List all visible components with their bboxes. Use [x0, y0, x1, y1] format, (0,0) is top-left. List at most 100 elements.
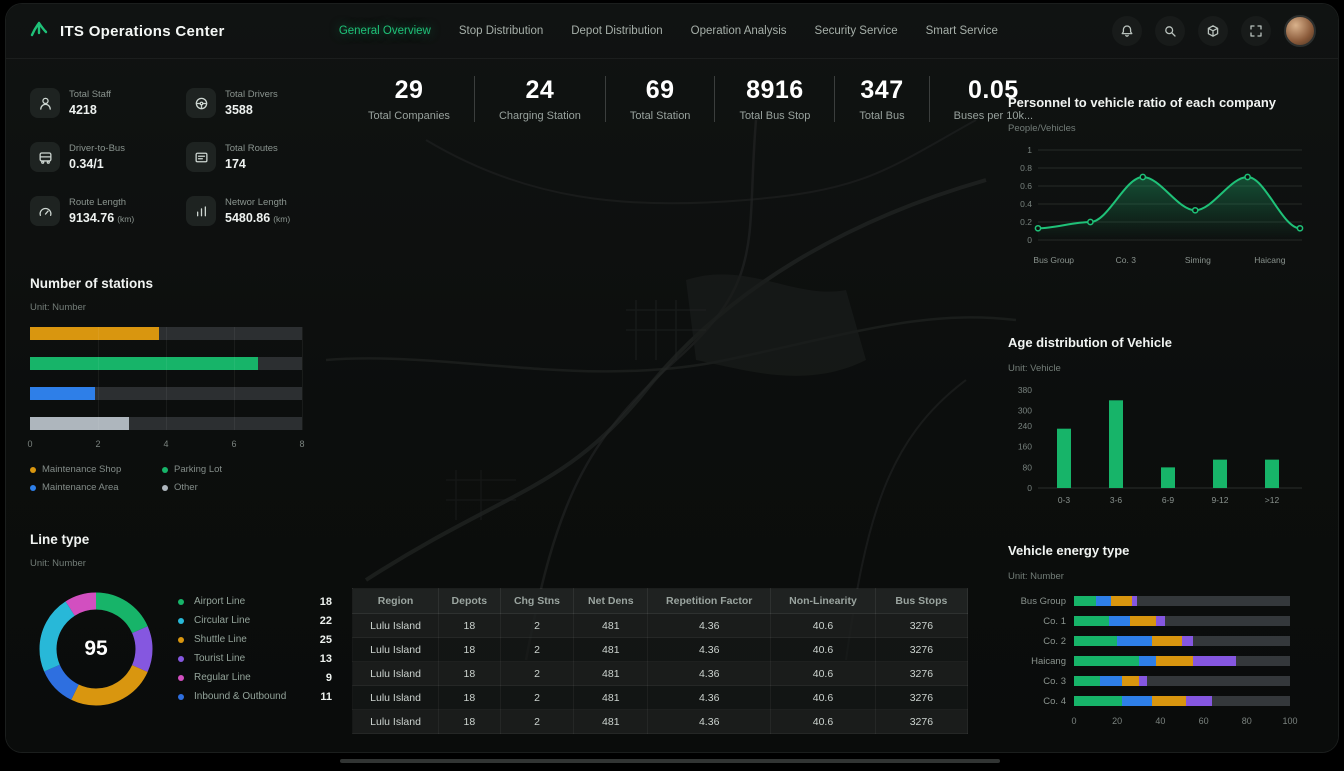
legend-regular-line: Regular Line9	[178, 672, 332, 684]
row-label: Bus Group	[1008, 596, 1066, 607]
kpi-unit: (km)	[117, 214, 134, 224]
stations-title: Number of stations	[30, 276, 332, 291]
fullscreen-icon[interactable]	[1241, 16, 1271, 46]
axis-tick: 80	[1242, 716, 1252, 726]
tab-depot-distribution[interactable]: Depot Distribution	[571, 21, 662, 41]
top-stat-total-station: 69Total Station	[605, 76, 715, 122]
header-actions	[1112, 15, 1316, 47]
avatar[interactable]	[1284, 15, 1316, 47]
table-cell: 18	[439, 710, 501, 734]
kpi-label: Driver-to-Bus	[69, 143, 125, 154]
svg-text:300: 300	[1018, 405, 1032, 415]
top-stat-total-bus: 347Total Bus	[834, 76, 928, 122]
table-cell: Lulu Island	[353, 662, 439, 686]
region-table: RegionDepotsChg StnsNet DensRepetition F…	[352, 588, 968, 734]
legend-value: 22	[320, 615, 332, 627]
legend-label: Regular Line	[194, 672, 320, 684]
bar-segment	[1096, 596, 1111, 606]
table-cell: 481	[574, 638, 648, 662]
axis-tick: 0	[27, 439, 32, 449]
energy-row-co-4: Co. 4	[1008, 696, 1308, 707]
bar-segment	[1139, 676, 1148, 686]
tab-stop-distribution[interactable]: Stop Distribution	[459, 21, 543, 41]
bar-segment	[1074, 596, 1096, 606]
row-label: Co. 2	[1008, 636, 1066, 647]
stations-unit-label: Unit: Number	[30, 302, 332, 313]
table-cell: 40.6	[771, 638, 876, 662]
kpi-label: Networ Length	[225, 197, 290, 208]
kpi-total-staff: Total Staff4218	[30, 88, 176, 118]
bar-segment	[1156, 616, 1165, 626]
col-region: Region	[353, 589, 439, 614]
table-cell: 4.36	[648, 638, 771, 662]
kpi-value: 174	[225, 157, 278, 171]
axis-tick: 4	[163, 439, 168, 449]
kpi-networ-length: Networ Length 5480.86(km)	[186, 196, 332, 226]
table-cell: 2	[500, 662, 574, 686]
header: ITS Operations Center General OverviewSt…	[6, 4, 1338, 59]
tab-security-service[interactable]: Security Service	[815, 21, 898, 41]
kpi-driver-to-bus: Driver-to-Bus0.34/1	[30, 142, 176, 172]
legend-label: Tourist Line	[194, 653, 314, 665]
table-cell: 4.36	[648, 614, 771, 638]
steering-wheel-icon	[186, 88, 216, 118]
table-cell: 40.6	[771, 662, 876, 686]
legend-label: Maintenance Shop	[42, 464, 121, 475]
bar-segment	[1100, 676, 1122, 686]
personnel-ratio-title: Personnel to vehicle ratio of each compa…	[1008, 94, 1280, 112]
energy-row-co-1: Co. 1	[1008, 616, 1308, 627]
tab-general-overview[interactable]: General Overview	[339, 21, 431, 41]
vehicle-age-section: Age distribution of Vehicle Unit: Vehicl…	[1008, 334, 1308, 516]
legend-value: 25	[320, 634, 332, 646]
energy-row-co-3: Co. 3	[1008, 676, 1308, 687]
bus-icon	[30, 142, 60, 172]
table-cell: 3276	[875, 710, 967, 734]
bell-icon[interactable]	[1112, 16, 1142, 46]
bar-segment	[1193, 656, 1236, 666]
bar-segment	[1074, 696, 1122, 706]
stat-label: Total Station	[630, 110, 691, 122]
table-row: Lulu Island1824814.3640.63276	[353, 638, 968, 662]
tab-operation-analysis[interactable]: Operation Analysis	[691, 21, 787, 41]
table-cell: 2	[500, 710, 574, 734]
legend-shuttle-line: Shuttle Line 25	[178, 634, 332, 646]
routes-icon	[186, 142, 216, 172]
personnel-ratio-unit-label: People/Vehicles	[1008, 123, 1308, 134]
col-non-linearity: Non-Linearity	[771, 589, 876, 614]
kpi-value: 5480.86(km)	[225, 211, 290, 225]
kpi-total-drivers: Total Drivers3588	[186, 88, 332, 118]
table-cell: 18	[439, 686, 501, 710]
svg-text:80: 80	[1023, 462, 1033, 472]
legend-label: Shuttle Line	[194, 634, 314, 646]
legend-label: Circular Line	[194, 615, 314, 627]
cube-icon[interactable]	[1198, 16, 1228, 46]
table-cell: Lulu Island	[353, 710, 439, 734]
x-label: Co. 3	[1116, 255, 1136, 265]
kpi-text: Total Drivers3588	[225, 89, 278, 117]
col-chg-stns: Chg Stns	[500, 589, 574, 614]
col-depots: Depots	[439, 589, 501, 614]
stat-value: 347	[859, 76, 904, 105]
tab-smart-service[interactable]: Smart Service	[926, 21, 998, 41]
kpi-value: 3588	[225, 103, 278, 117]
line-type-legend: Airport Line18Circular Line22Shuttle Lin…	[178, 596, 332, 703]
legend-dot	[178, 599, 184, 605]
energy-type-section: Vehicle energy type Unit: Number Bus Gro…	[1008, 542, 1308, 728]
table-cell: 3276	[875, 686, 967, 710]
table-cell: 481	[574, 686, 648, 710]
search-icon[interactable]	[1155, 16, 1185, 46]
bar-track	[1074, 596, 1290, 606]
kpi-unit: (km)	[273, 214, 290, 224]
bar-parking-lot	[30, 357, 258, 370]
stat-value: 29	[368, 76, 450, 105]
network-icon	[186, 196, 216, 226]
right-column: Personnel to vehicle ratio of each compa…	[1008, 94, 1338, 744]
svg-text:9-12: 9-12	[1211, 495, 1228, 505]
vehicle-age-title: Age distribution of Vehicle	[1008, 334, 1280, 352]
svg-text:>12: >12	[1265, 495, 1280, 505]
bar-maintenance-shop	[30, 327, 159, 340]
table-cell: 4.36	[648, 710, 771, 734]
legend-circular-line: Circular Line 22	[178, 615, 332, 627]
table-cell: 40.6	[771, 710, 876, 734]
bar-segment	[1130, 616, 1156, 626]
